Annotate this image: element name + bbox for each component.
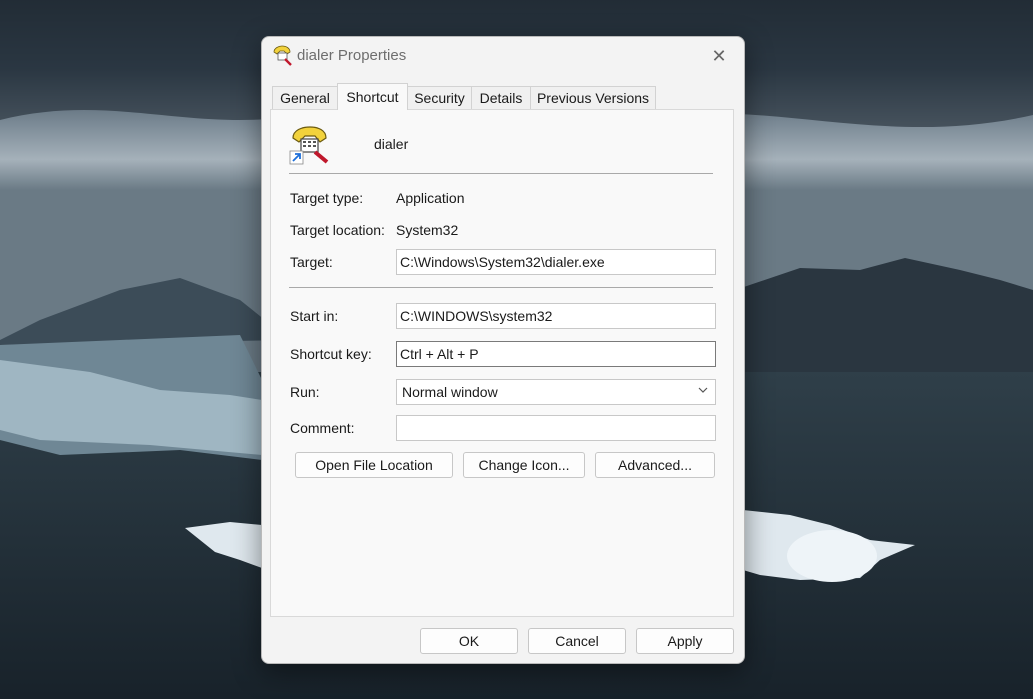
start-in-label: Start in: bbox=[290, 308, 339, 324]
chevron-down-icon bbox=[698, 387, 708, 393]
start-in-input[interactable]: C:\WINDOWS\system32 bbox=[396, 303, 716, 329]
apply-button[interactable]: Apply bbox=[636, 628, 734, 654]
open-file-location-button[interactable]: Open File Location bbox=[295, 452, 453, 478]
target-type-value: Application bbox=[396, 190, 465, 206]
comment-label: Comment: bbox=[290, 420, 355, 436]
close-icon: ✕ bbox=[711, 45, 727, 66]
run-label: Run: bbox=[290, 384, 320, 400]
target-type-label: Target type: bbox=[290, 190, 364, 206]
shortcut-panel: dialer Target type: Application Target l… bbox=[270, 109, 734, 617]
tab-previous-versions[interactable]: Previous Versions bbox=[530, 86, 656, 109]
cancel-button[interactable]: Cancel bbox=[528, 628, 626, 654]
phone-dialer-icon bbox=[273, 45, 292, 66]
run-selected-value: Normal window bbox=[402, 384, 498, 400]
tab-general[interactable]: General bbox=[272, 86, 338, 109]
target-label: Target: bbox=[290, 254, 333, 270]
advanced-button[interactable]: Advanced... bbox=[595, 452, 715, 478]
window-title: dialer Properties bbox=[297, 47, 407, 64]
change-icon-button[interactable]: Change Icon... bbox=[463, 452, 585, 478]
target-location-label: Target location: bbox=[290, 222, 385, 238]
shortcut-key-label: Shortcut key: bbox=[290, 346, 372, 362]
shortcut-key-input[interactable]: Ctrl + Alt + P bbox=[396, 341, 716, 367]
tab-security[interactable]: Security bbox=[407, 86, 472, 109]
target-location-value: System32 bbox=[396, 222, 459, 238]
phone-dialer-icon bbox=[289, 126, 329, 165]
tab-bar: General Shortcut Security Details Previo… bbox=[272, 83, 734, 110]
divider bbox=[289, 287, 713, 288]
tab-shortcut[interactable]: Shortcut bbox=[337, 83, 408, 110]
divider bbox=[289, 173, 713, 174]
target-input[interactable]: C:\Windows\System32\dialer.exe bbox=[396, 249, 716, 275]
title-bar[interactable]: dialer Properties ✕ bbox=[262, 37, 744, 75]
properties-dialog: dialer Properties ✕ General Shortcut Sec… bbox=[261, 36, 745, 664]
run-select[interactable]: Normal window bbox=[396, 379, 716, 405]
close-button[interactable]: ✕ bbox=[702, 41, 736, 71]
tab-details[interactable]: Details bbox=[471, 86, 531, 109]
comment-input[interactable] bbox=[396, 415, 716, 441]
shortcut-name: dialer bbox=[374, 136, 409, 152]
ok-button[interactable]: OK bbox=[420, 628, 518, 654]
